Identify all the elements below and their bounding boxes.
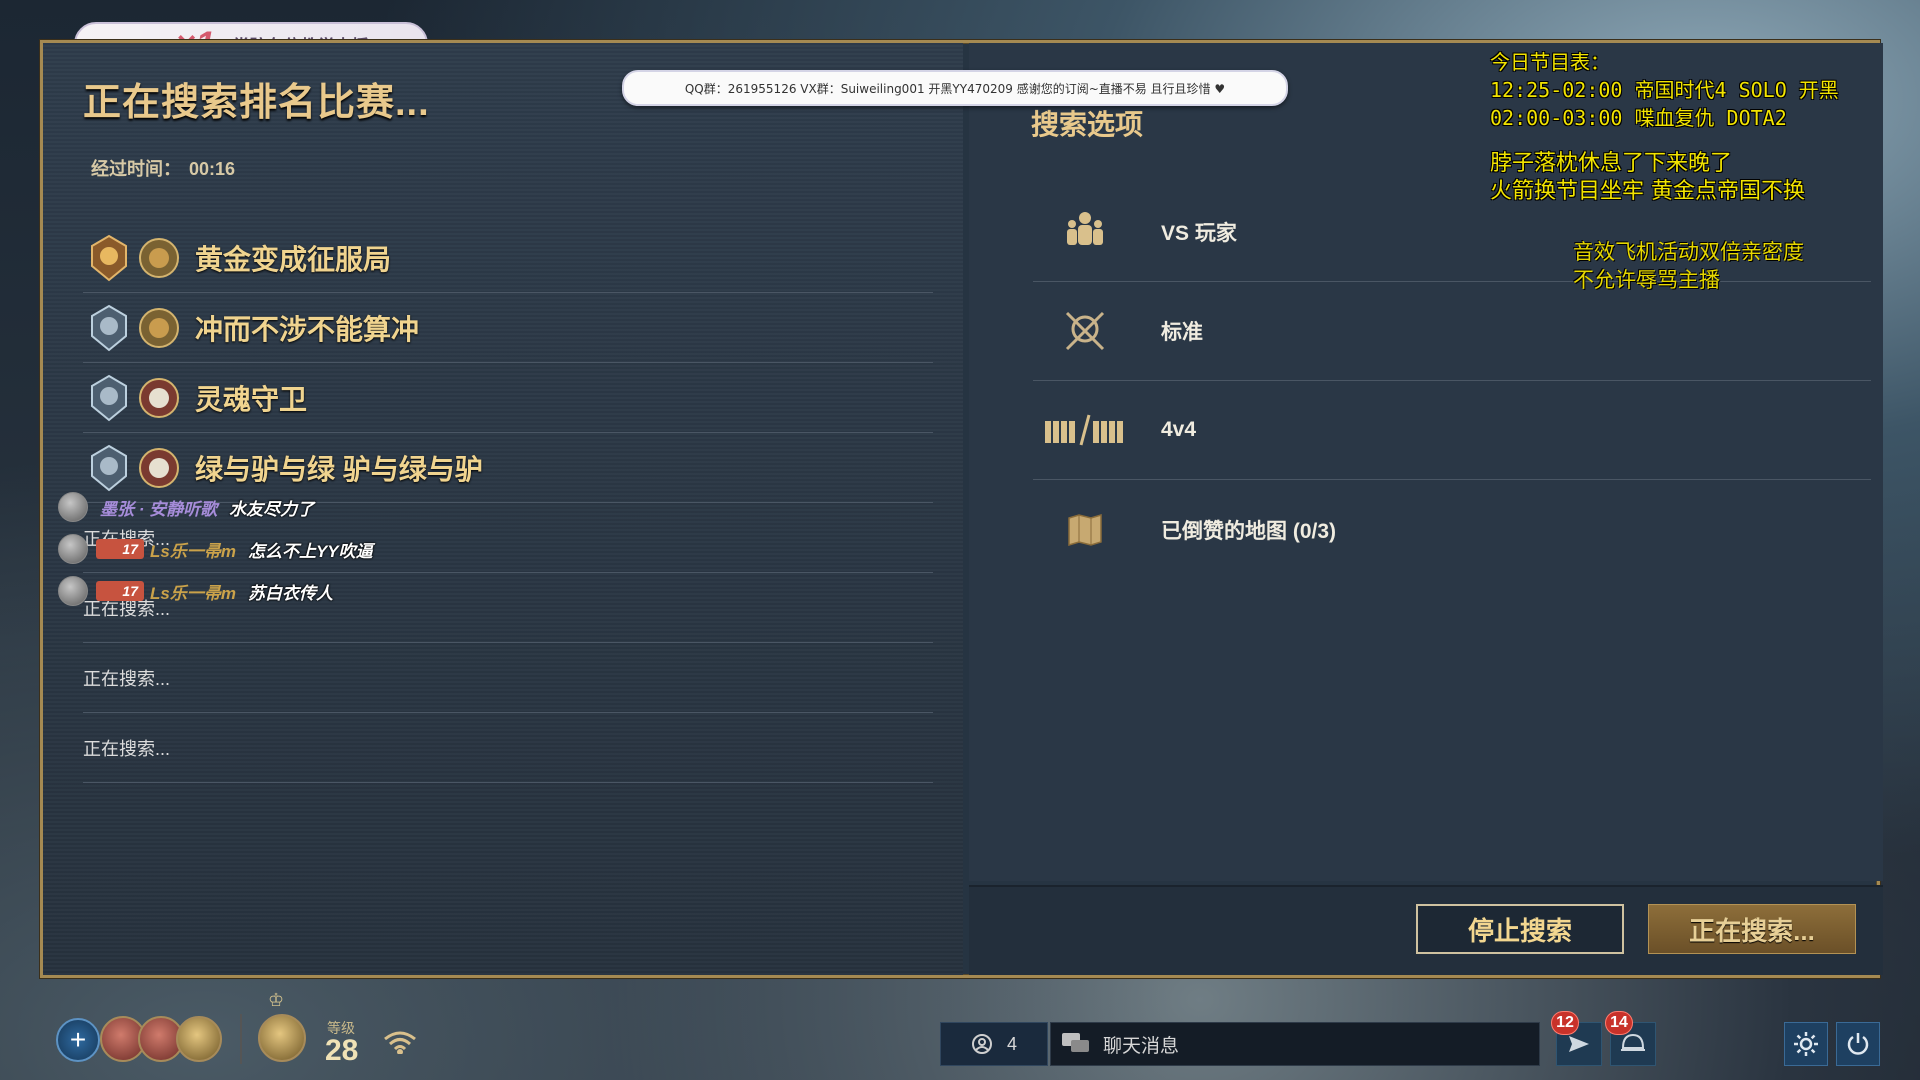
chat-icon bbox=[1062, 1033, 1089, 1052]
elapsed-time: 经过时间： 00:16 bbox=[83, 155, 235, 181]
page-title: 正在搜索排名比赛... bbox=[83, 82, 430, 124]
player-avatar[interactable] bbox=[258, 1014, 306, 1062]
avatar[interactable] bbox=[176, 1016, 222, 1062]
fan-level-badge: 17 bbox=[96, 581, 144, 601]
rank-gold-icon bbox=[87, 234, 131, 282]
crossed-swords-icon bbox=[1033, 307, 1137, 355]
friends-count: 4 bbox=[1007, 1033, 1018, 1054]
player-name: 黄金变成征服局 bbox=[195, 243, 392, 275]
schedule-line: 02:00-03:00 喋血复仇 DOTA2 bbox=[1490, 106, 1787, 130]
send-icon bbox=[1569, 1036, 1589, 1052]
rank-platinum-icon bbox=[87, 444, 131, 492]
power-button[interactable] bbox=[1836, 1022, 1880, 1066]
rank-platinum-icon bbox=[87, 374, 131, 422]
gear-icon bbox=[1794, 1032, 1818, 1056]
setting-label: 标准 bbox=[1161, 321, 1203, 344]
event-button[interactable]: 14 bbox=[1605, 1011, 1656, 1066]
avatar bbox=[58, 534, 88, 564]
settings-header: 搜索选项 bbox=[1031, 109, 1144, 140]
chat-username: 墨张 · 安静听歌 bbox=[100, 499, 218, 519]
civ-emblem-icon bbox=[137, 236, 181, 280]
stream-marquee: QQ群：261955126 VX群：Suiweiling001 开黑YY4702… bbox=[622, 70, 1288, 106]
chat-message: 水友尽力了 bbox=[229, 499, 315, 519]
chat-line: 墨张 · 安静听歌 水友尽力了 bbox=[58, 486, 518, 528]
players-icon bbox=[1033, 210, 1137, 254]
player-name: 灵魂守卫 bbox=[195, 383, 308, 415]
notification-button[interactable]: 12 bbox=[1551, 1011, 1602, 1066]
notification-badge: 14 bbox=[1605, 1011, 1633, 1035]
divider bbox=[240, 1014, 242, 1064]
chat-input[interactable]: 聊天消息 bbox=[1050, 1022, 1540, 1066]
elapsed-label: 经过时间： bbox=[91, 159, 181, 179]
chat-line: 17 Ls乐一帚m 苏白衣传人 bbox=[58, 570, 518, 612]
elapsed-value: 00:16 bbox=[189, 159, 236, 179]
searching-slot: 正在搜索... bbox=[83, 643, 933, 713]
crown-icon: ♔ bbox=[268, 990, 285, 1010]
bottom-taskbar: + ♔ 等级 28 4 聊天消息 12 14 bbox=[0, 990, 1920, 1080]
map-icon bbox=[1033, 513, 1137, 546]
invite-friend-button[interactable]: + bbox=[56, 1018, 100, 1062]
helmet-icon bbox=[1621, 1033, 1645, 1051]
civ-emblem-icon bbox=[137, 446, 181, 490]
searching-button[interactable]: 正在搜索... bbox=[1648, 904, 1856, 954]
setting-label: VS 玩家 bbox=[1161, 222, 1237, 245]
setting-label: 已倒赞的地图 (0/3) bbox=[1161, 519, 1337, 543]
schedule-title: 今日节目表： bbox=[1490, 50, 1610, 74]
civ-emblem-icon bbox=[137, 306, 181, 350]
rank-platinum-icon bbox=[87, 304, 131, 352]
notification-badge: 12 bbox=[1551, 1011, 1579, 1035]
stream-promo: 音效飞机活动双倍亲密度 不允许辱骂主播 bbox=[1573, 238, 1804, 294]
setting-mode: 标准 bbox=[1033, 282, 1871, 381]
power-icon bbox=[1847, 1033, 1869, 1055]
promo-line: 不允许辱骂主播 bbox=[1573, 268, 1720, 292]
level-value: 28 bbox=[325, 1034, 359, 1067]
searching-text: 正在搜索... bbox=[83, 738, 171, 759]
player-name: 绿与驴与绿 驴与绿与驴 bbox=[195, 453, 483, 485]
setting-label: 4v4 bbox=[1161, 418, 1197, 441]
searching-slot: 正在搜索... bbox=[83, 713, 933, 783]
player-name: 冲而不涉不能算冲 bbox=[195, 313, 420, 345]
player-row[interactable]: 黄金变成征服局 bbox=[83, 223, 933, 293]
avatar bbox=[58, 492, 88, 522]
stop-search-button[interactable]: 停止搜索 bbox=[1416, 904, 1624, 954]
player-row[interactable]: 冲而不涉不能算冲 bbox=[83, 293, 933, 363]
schedule-note: 火箭换节目坐牢 黄金点帝国不换 bbox=[1490, 179, 1805, 204]
schedule-note: 脖子落枕休息了下来晚了 bbox=[1490, 151, 1733, 176]
avatar bbox=[58, 576, 88, 606]
setting-team-size: 4v4 bbox=[1033, 381, 1871, 480]
connection-icon bbox=[382, 1030, 418, 1059]
settings-button[interactable] bbox=[1784, 1022, 1828, 1066]
schedule-line: 12:25-02:00 帝国时代4 SOLO 开黑 bbox=[1490, 78, 1839, 102]
chat-placeholder: 聊天消息 bbox=[1103, 1035, 1180, 1057]
fan-level-badge: 17 bbox=[96, 539, 144, 559]
chat-overlay: 墨张 · 安静听歌 水友尽力了 17 Ls乐一帚m 怎么不上YY吹逼 17 Ls… bbox=[58, 486, 518, 612]
chat-message: 怎么不上YY吹逼 bbox=[247, 541, 373, 561]
searching-text: 正在搜索... bbox=[83, 668, 171, 689]
setting-map-vetoes[interactable]: 已倒赞的地图 (0/3) bbox=[1033, 480, 1871, 579]
player-row[interactable]: 灵魂守卫 bbox=[83, 363, 933, 433]
stream-schedule: 今日节目表： 12:25-02:00 帝国时代4 SOLO 开黑 02:00-0… bbox=[1490, 48, 1890, 206]
chat-line: 17 Ls乐一帚m 怎么不上YY吹逼 bbox=[58, 528, 518, 570]
chat-message: 苏白衣传人 bbox=[247, 583, 333, 603]
promo-line: 音效飞机活动双倍亲密度 bbox=[1573, 240, 1804, 264]
friends-icon bbox=[972, 1034, 992, 1054]
civ-emblem-icon bbox=[137, 376, 181, 420]
team-size-icon bbox=[1033, 413, 1137, 447]
chat-username: Ls乐一帚m bbox=[150, 541, 236, 561]
chat-username: Ls乐一帚m bbox=[150, 583, 236, 603]
friends-online-button[interactable]: 4 bbox=[940, 1022, 1048, 1066]
